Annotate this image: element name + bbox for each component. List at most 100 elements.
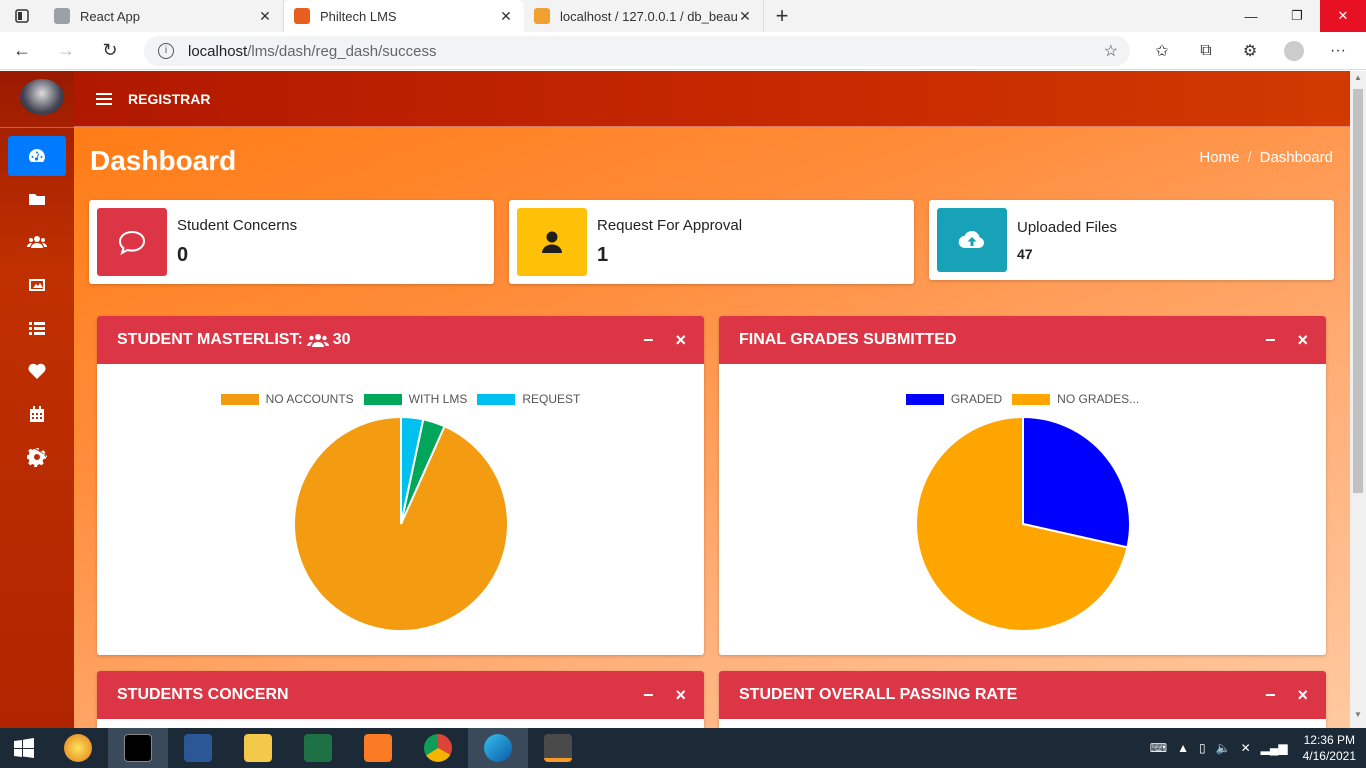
keyboard-icon[interactable]: ⌨	[1150, 741, 1167, 755]
legend-item[interactable]: NO ACCOUNTS	[220, 392, 354, 406]
taskbar-xampp[interactable]	[348, 728, 408, 768]
heart-icon	[28, 363, 46, 379]
tab-close-icon[interactable]: ✕	[257, 8, 273, 25]
pie-chart-masterlist	[293, 415, 509, 632]
url-host: localhost	[188, 42, 248, 60]
tab-philtech-lms[interactable]: Philtech LMS ✕	[284, 0, 524, 32]
scroll-down-icon[interactable]: ▼	[1350, 710, 1366, 726]
remove-icon[interactable]: ×	[1297, 330, 1308, 351]
minimize-icon[interactable]: —	[1228, 0, 1274, 32]
legend-label: REQUEST	[522, 392, 581, 406]
battery-icon[interactable]: ▯	[1199, 741, 1206, 755]
tray-expand-icon[interactable]: ▲	[1177, 741, 1189, 755]
url-field[interactable]: i localhost/lms/dash/reg_dash/success ☆	[144, 36, 1130, 66]
sidebar-item-gallery[interactable]	[8, 265, 66, 305]
favorites-icon[interactable]: ✩	[1140, 41, 1184, 61]
user-avatar[interactable]	[20, 79, 64, 115]
tab-react-app[interactable]: React App ✕	[44, 0, 284, 32]
comment-icon	[118, 230, 146, 256]
card-header: STUDENT OVERALL PASSING RATE − ×	[719, 671, 1326, 719]
tab-close-icon[interactable]: ✕	[498, 8, 514, 25]
users-icon	[306, 334, 329, 347]
page-scrollbar[interactable]: ▲ ▼	[1350, 71, 1366, 728]
breadcrumb-home-link[interactable]: Home	[1199, 149, 1239, 166]
taskbar-explorer[interactable]	[228, 728, 288, 768]
xampp-icon	[364, 734, 392, 762]
profile-avatar[interactable]	[1284, 41, 1304, 61]
taskbar-chrome[interactable]	[408, 728, 468, 768]
tab-actions-icon[interactable]	[0, 0, 44, 32]
back-icon[interactable]: ←	[0, 40, 44, 61]
card-header: STUDENTS CONCERN − ×	[97, 671, 704, 719]
site-info-icon[interactable]: i	[158, 43, 174, 59]
extensions-icon[interactable]: ⚙	[1228, 41, 1272, 61]
taskbar-edge[interactable]	[468, 728, 528, 768]
remove-icon[interactable]: ×	[675, 330, 686, 351]
taskbar-word[interactable]	[168, 728, 228, 768]
start-button[interactable]	[0, 728, 48, 768]
info-box-uploaded-files[interactable]: Uploaded Files 47	[929, 200, 1334, 280]
collapse-icon[interactable]: −	[643, 685, 654, 706]
signal-icon[interactable]: ▂▄▆	[1261, 741, 1288, 755]
system-clock[interactable]: 12:36 PM 4/16/2021	[1303, 732, 1356, 764]
tab-label: localhost / 127.0.0.1 / db_beau_i	[560, 8, 737, 24]
chrome-icon	[424, 734, 452, 762]
info-box-icon-wrap	[937, 208, 1007, 272]
browser-toolbar: ✩ ⧉ ⚙ ···	[1140, 32, 1360, 70]
restore-icon[interactable]: ❐	[1274, 0, 1320, 32]
taskbar-sublime[interactable]	[528, 728, 588, 768]
card-title: STUDENT MASTERLIST:	[117, 331, 303, 348]
sidebar-item-list[interactable]	[8, 308, 66, 348]
collapse-icon[interactable]: −	[643, 330, 654, 351]
forward-icon[interactable]: →	[44, 40, 88, 61]
add-favorite-icon[interactable]: ☆	[1104, 41, 1118, 61]
windows-taskbar: ⌨ ▲ ▯ 🔈 ✕ ▂▄▆ 12:36 PM 4/16/2021	[0, 728, 1366, 768]
info-box-request-approval[interactable]: Request For Approval 1	[509, 200, 914, 284]
legend-item[interactable]: NO GRADES...	[1012, 392, 1139, 406]
image-icon	[29, 279, 45, 291]
breadcrumb: Home / Dashboard	[1199, 149, 1333, 166]
sidebar-divider	[0, 127, 74, 128]
sidebar-item-dashboard[interactable]	[8, 136, 66, 176]
taskbar-cmd[interactable]	[108, 728, 168, 768]
taskbar-paint[interactable]	[48, 728, 108, 768]
legend-swatch	[363, 393, 402, 405]
sidebar-item-calendar[interactable]	[8, 394, 66, 434]
taskbar-excel[interactable]	[288, 728, 348, 768]
window-controls: — ❐ ✕	[1228, 0, 1366, 32]
breadcrumb-current: Dashboard	[1259, 149, 1333, 166]
users-icon	[27, 236, 47, 248]
user-role-label: REGISTRAR	[128, 90, 211, 107]
sidebar-item-settings[interactable]	[8, 437, 66, 477]
collections-icon[interactable]: ⧉	[1184, 42, 1228, 60]
collapse-icon[interactable]: −	[1265, 685, 1276, 706]
info-box-label: Uploaded Files	[1017, 218, 1118, 236]
sidebar-item-favorites[interactable]	[8, 351, 66, 391]
new-tab-button[interactable]: +	[764, 0, 800, 32]
legend-item[interactable]: REQUEST	[477, 392, 580, 406]
terminal-icon	[124, 734, 152, 762]
legend-swatch	[905, 393, 944, 405]
volume-icon[interactable]: 🔈	[1216, 741, 1231, 755]
hamburger-menu-icon[interactable]	[96, 92, 112, 105]
remove-icon[interactable]: ×	[1297, 685, 1308, 706]
network-error-icon[interactable]: ✕	[1241, 741, 1251, 755]
card-header: STUDENT MASTERLIST: 30 − ×	[97, 316, 704, 364]
refresh-icon[interactable]: ↻	[88, 40, 132, 61]
card-count: 30	[332, 331, 351, 348]
sidebar-item-folders[interactable]	[8, 179, 66, 219]
scrollbar-thumb[interactable]	[1353, 89, 1363, 493]
remove-icon[interactable]: ×	[675, 685, 686, 706]
sidebar-item-users[interactable]	[8, 222, 66, 262]
card-student-masterlist: STUDENT MASTERLIST: 30 − × NO ACCOUNTS W…	[97, 316, 704, 655]
tab-close-icon[interactable]: ✕	[737, 8, 753, 25]
collapse-icon[interactable]: −	[1265, 330, 1276, 351]
legend-item[interactable]: GRADED	[905, 392, 1002, 406]
window-close-icon[interactable]: ✕	[1320, 0, 1366, 32]
info-box-student-concerns[interactable]: Student Concerns 0	[89, 200, 494, 284]
legend-item[interactable]: WITH LMS	[363, 392, 467, 406]
tab-phpmyadmin[interactable]: localhost / 127.0.0.1 / db_beau_i ✕	[524, 0, 764, 32]
info-box-label: Request For Approval	[597, 217, 743, 234]
more-icon[interactable]: ···	[1316, 42, 1360, 60]
scroll-up-icon[interactable]: ▲	[1350, 73, 1366, 89]
